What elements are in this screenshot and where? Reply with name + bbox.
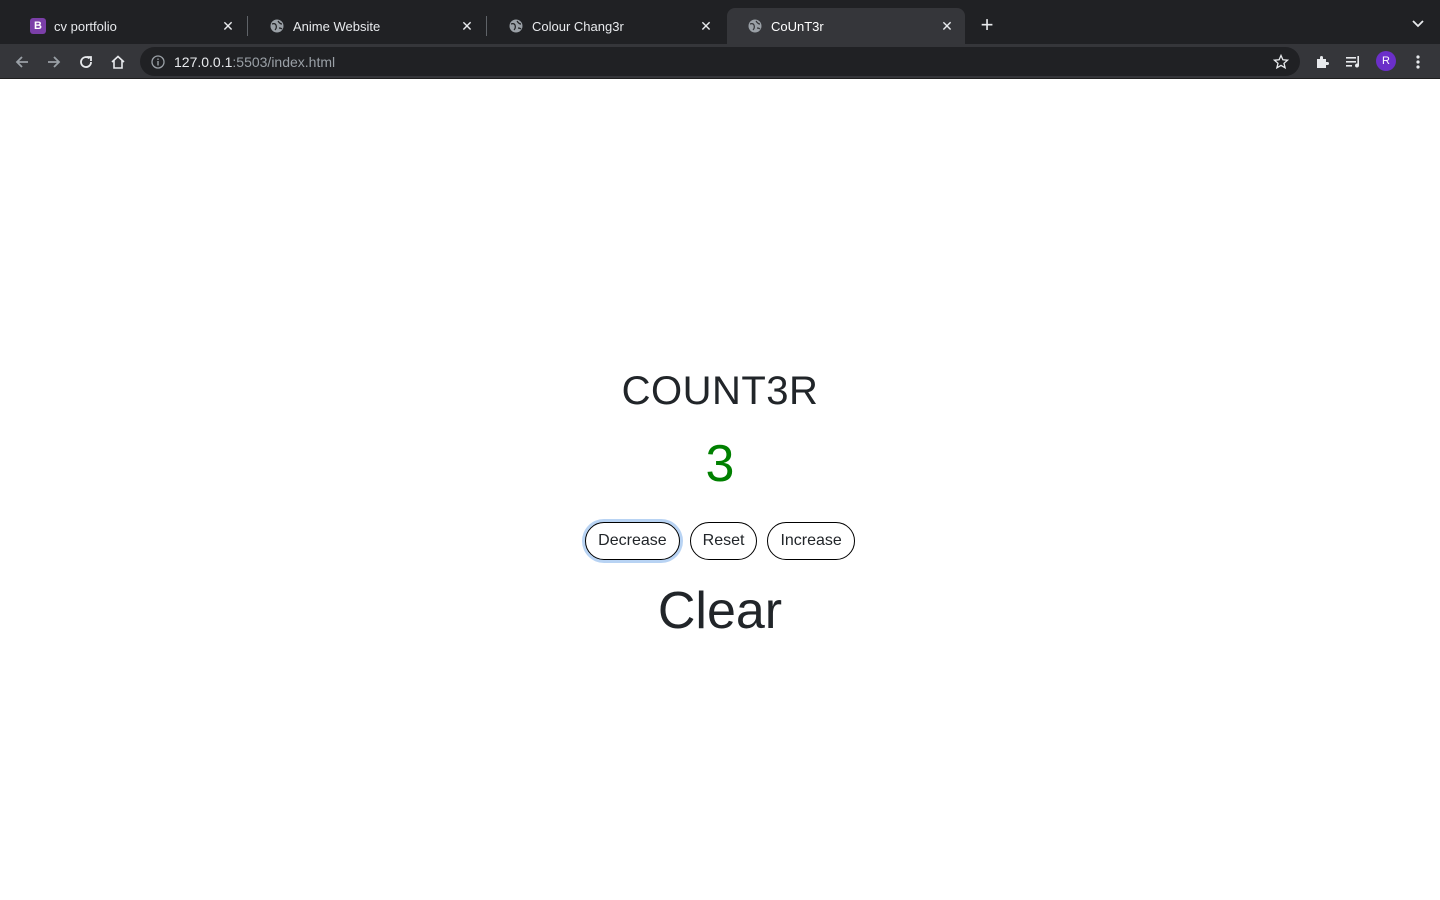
- tab-title: Anime Website: [293, 18, 381, 34]
- globe-icon: [508, 18, 524, 34]
- page-content: COUNT3R 3 Decrease Reset Increase Clear: [0, 79, 1440, 900]
- tab-separator: [247, 16, 248, 36]
- home-icon[interactable]: [104, 48, 132, 76]
- tab-close-icon[interactable]: ✕: [459, 18, 475, 34]
- tab-separator: [486, 16, 487, 36]
- tab-anime-website[interactable]: Anime Website ✕: [249, 8, 485, 44]
- more-menu-icon[interactable]: [1404, 48, 1432, 76]
- url-path: :5503/index.html: [232, 53, 336, 70]
- extensions-puzzle-icon[interactable]: [1308, 48, 1336, 76]
- reload-icon[interactable]: [72, 48, 100, 76]
- address-bar[interactable]: 127.0.0.1:5503/index.html: [140, 47, 1300, 76]
- forward-arrow-icon[interactable]: [40, 48, 68, 76]
- decrease-button[interactable]: Decrease: [585, 522, 680, 560]
- reset-button[interactable]: Reset: [689, 522, 758, 560]
- tab-counter[interactable]: CoUnT3r ✕: [727, 8, 965, 44]
- tab-close-icon[interactable]: ✕: [939, 18, 955, 34]
- tab-search-chevron-icon[interactable]: [1410, 14, 1426, 34]
- url-text[interactable]: 127.0.0.1:5503/index.html: [174, 54, 335, 70]
- clear-text: Clear: [657, 582, 783, 640]
- tab-close-icon[interactable]: ✕: [220, 18, 236, 34]
- bookmark-star-icon[interactable]: [1272, 53, 1290, 71]
- tab-title: cv portfolio: [54, 18, 117, 34]
- counter-controls: Decrease Reset Increase: [0, 522, 1440, 560]
- new-tab-button[interactable]: +: [976, 12, 998, 37]
- increase-button[interactable]: Increase: [767, 522, 855, 560]
- counter-value: 3: [705, 435, 735, 493]
- page-title: COUNT3R: [621, 369, 819, 413]
- bootstrap-icon: B: [30, 18, 46, 34]
- site-info-icon[interactable]: [150, 54, 166, 70]
- globe-icon: [747, 18, 763, 34]
- tab-close-icon[interactable]: ✕: [698, 18, 714, 34]
- tab-title: CoUnT3r: [771, 18, 824, 34]
- tab-colour-changer[interactable]: Colour Chang3r ✕: [488, 8, 724, 44]
- tab-cv-portfolio[interactable]: B cv portfolio ✕: [10, 8, 246, 44]
- profile-avatar[interactable]: R: [1376, 51, 1396, 71]
- browser-window: B cv portfolio ✕ Anime Website ✕ Colour …: [0, 0, 1440, 900]
- tab-title: Colour Chang3r: [532, 18, 624, 34]
- globe-icon: [269, 18, 285, 34]
- back-arrow-icon[interactable]: [8, 48, 36, 76]
- media-queue-icon[interactable]: [1340, 48, 1368, 76]
- tab-strip: B cv portfolio ✕ Anime Website ✕ Colour …: [0, 0, 1440, 44]
- url-host: 127.0.0.1: [174, 53, 233, 70]
- browser-toolbar: 127.0.0.1:5503/index.html R: [0, 44, 1440, 79]
